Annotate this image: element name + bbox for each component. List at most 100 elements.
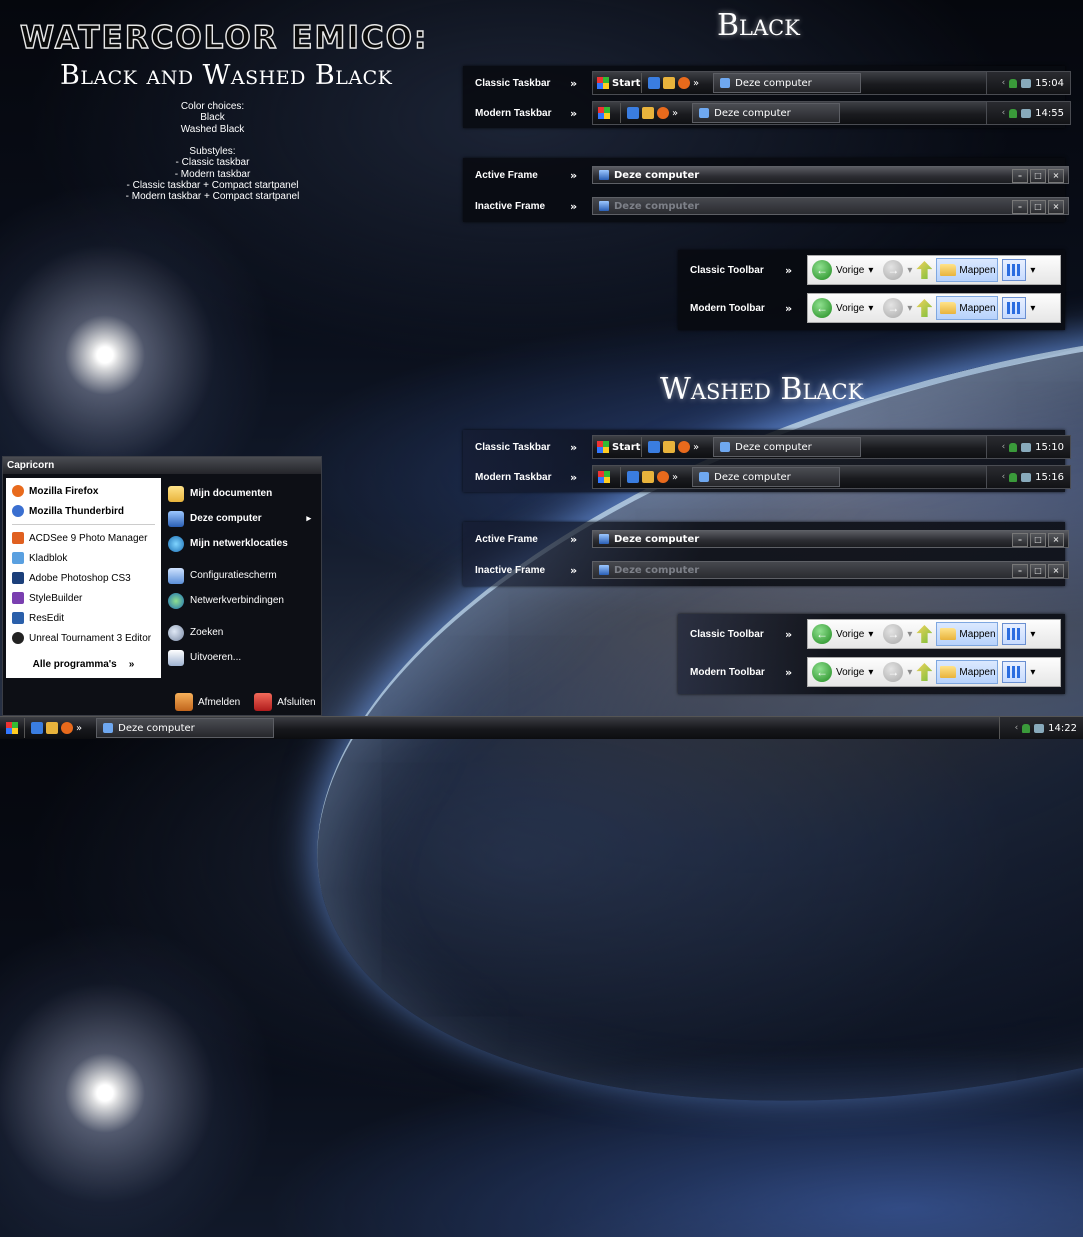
folder-icon[interactable] — [642, 107, 654, 119]
folder-icon[interactable] — [663, 77, 675, 89]
place-run[interactable]: Uitvoeren... — [165, 645, 317, 670]
forward-arrow-icon[interactable]: → — [883, 298, 904, 318]
views-button[interactable] — [1002, 259, 1027, 281]
close-button[interactable]: × — [1048, 564, 1064, 578]
active-frame-titlebar[interactable]: Deze computer – □ × — [592, 166, 1069, 184]
recent-item-photoshop[interactable]: Adobe Photoshop CS3 — [6, 568, 161, 588]
task-button[interactable]: Deze computer — [692, 467, 841, 487]
recent-item-kladblok[interactable]: Kladblok — [6, 548, 161, 568]
chevron-icon[interactable]: » — [672, 108, 678, 119]
close-button[interactable]: × — [1048, 169, 1064, 183]
recent-item-stylebuilder[interactable]: StyleBuilder — [6, 588, 161, 608]
up-folder-icon[interactable] — [916, 663, 933, 681]
chevron-icon[interactable]: » — [693, 442, 699, 453]
forward-dropdown-icon[interactable]: ▾ — [907, 265, 912, 276]
tray-chevron-icon[interactable]: ‹ — [1002, 472, 1006, 482]
up-folder-icon[interactable] — [916, 261, 933, 279]
task-button[interactable]: Deze computer — [713, 437, 862, 457]
start-button[interactable] — [0, 718, 25, 738]
firefox-icon[interactable] — [678, 441, 690, 453]
firefox-icon[interactable] — [657, 107, 669, 119]
folder-icon[interactable] — [663, 441, 675, 453]
recent-item-acdsee[interactable]: ACDSee 9 Photo Manager — [6, 528, 161, 548]
close-button[interactable]: × — [1048, 200, 1064, 214]
network-icon[interactable] — [1021, 78, 1032, 88]
task-button[interactable]: Deze computer — [713, 73, 862, 93]
forward-arrow-icon[interactable]: → — [883, 260, 904, 280]
network-icon[interactable] — [1021, 472, 1032, 482]
chevron-icon[interactable]: » — [672, 472, 678, 483]
recent-item-unreal[interactable]: Unreal Tournament 3 Editor — [6, 628, 161, 648]
start-button[interactable]: Start — [593, 437, 642, 457]
clock[interactable]: 15:10 — [1035, 442, 1064, 453]
start-button[interactable]: Start — [593, 73, 642, 93]
minimize-button[interactable]: – — [1012, 564, 1028, 578]
recent-item-resedit[interactable]: ResEdit — [6, 608, 161, 628]
views-dropdown-icon[interactable]: ▾ — [1030, 629, 1035, 640]
place-control-panel[interactable]: Configuratiescherm — [165, 563, 317, 588]
pinned-item-thunderbird[interactable]: Mozilla Thunderbird — [6, 501, 161, 521]
maximize-button[interactable]: □ — [1030, 200, 1046, 214]
tray-chevron-icon[interactable]: ‹ — [1002, 108, 1006, 118]
back-label[interactable]: Vorige — [836, 629, 864, 640]
task-button[interactable]: Deze computer — [96, 718, 275, 738]
inactive-frame-titlebar[interactable]: Deze computer – □ × — [592, 561, 1069, 579]
ie-icon[interactable] — [627, 471, 639, 483]
back-arrow-icon[interactable]: ← — [812, 662, 832, 682]
minimize-button[interactable]: – — [1012, 533, 1028, 547]
folders-button[interactable]: Mappen — [936, 296, 999, 320]
start-button[interactable] — [593, 103, 621, 123]
folders-button[interactable]: Mappen — [936, 258, 999, 282]
back-dropdown-icon[interactable]: ▾ — [868, 265, 873, 276]
tray-chevron-icon[interactable]: ‹ — [1002, 78, 1006, 88]
views-dropdown-icon[interactable]: ▾ — [1030, 265, 1035, 276]
ie-icon[interactable] — [31, 722, 43, 734]
views-button[interactable] — [1002, 661, 1027, 683]
tray-chevron-icon[interactable]: ‹ — [1015, 723, 1019, 733]
back-dropdown-icon[interactable]: ▾ — [868, 667, 873, 678]
clock[interactable]: 15:04 — [1035, 78, 1064, 89]
back-dropdown-icon[interactable]: ▾ — [868, 629, 873, 640]
forward-dropdown-icon[interactable]: ▾ — [907, 303, 912, 314]
all-programs-button[interactable]: Alle programma's » — [6, 654, 161, 674]
place-my-computer[interactable]: Deze computer ▸ — [165, 506, 317, 531]
folders-button[interactable]: Mappen — [936, 660, 999, 684]
back-arrow-icon[interactable]: ← — [812, 260, 832, 280]
close-button[interactable]: × — [1048, 533, 1064, 547]
place-network[interactable]: Mijn netwerklocaties — [165, 531, 317, 556]
clock[interactable]: 15:16 — [1035, 472, 1064, 483]
ie-icon[interactable] — [648, 441, 660, 453]
forward-dropdown-icon[interactable]: ▾ — [907, 629, 912, 640]
forward-arrow-icon[interactable]: → — [883, 624, 904, 644]
back-label[interactable]: Vorige — [836, 667, 864, 678]
folder-icon[interactable] — [642, 471, 654, 483]
network-icon[interactable] — [1021, 108, 1032, 118]
back-arrow-icon[interactable]: ← — [812, 298, 832, 318]
place-network-connections[interactable]: Netwerkverbindingen — [165, 588, 317, 613]
start-button[interactable] — [593, 467, 621, 487]
views-button[interactable] — [1002, 623, 1027, 645]
folders-button[interactable]: Mappen — [936, 622, 999, 646]
task-button[interactable]: Deze computer — [692, 103, 841, 123]
tray-chevron-icon[interactable]: ‹ — [1002, 442, 1006, 452]
place-search[interactable]: Zoeken — [165, 620, 317, 645]
up-folder-icon[interactable] — [916, 299, 933, 317]
pinned-item-firefox[interactable]: Mozilla Firefox — [6, 481, 161, 501]
place-my-documents[interactable]: Mijn documenten — [165, 481, 317, 506]
views-dropdown-icon[interactable]: ▾ — [1030, 667, 1035, 678]
logoff-button[interactable]: Afmelden — [175, 693, 240, 711]
maximize-button[interactable]: □ — [1030, 533, 1046, 547]
back-arrow-icon[interactable]: ← — [812, 624, 832, 644]
clock[interactable]: 14:55 — [1035, 108, 1064, 119]
minimize-button[interactable]: – — [1012, 200, 1028, 214]
ie-icon[interactable] — [627, 107, 639, 119]
network-icon[interactable] — [1034, 723, 1045, 733]
shutdown-button[interactable]: Afsluiten — [254, 693, 316, 711]
firefox-icon[interactable] — [657, 471, 669, 483]
forward-arrow-icon[interactable]: → — [883, 662, 904, 682]
maximize-button[interactable]: □ — [1030, 169, 1046, 183]
firefox-icon[interactable] — [61, 722, 73, 734]
chevron-icon[interactable]: » — [76, 723, 82, 734]
back-label[interactable]: Vorige — [836, 303, 864, 314]
folder-icon[interactable] — [46, 722, 58, 734]
